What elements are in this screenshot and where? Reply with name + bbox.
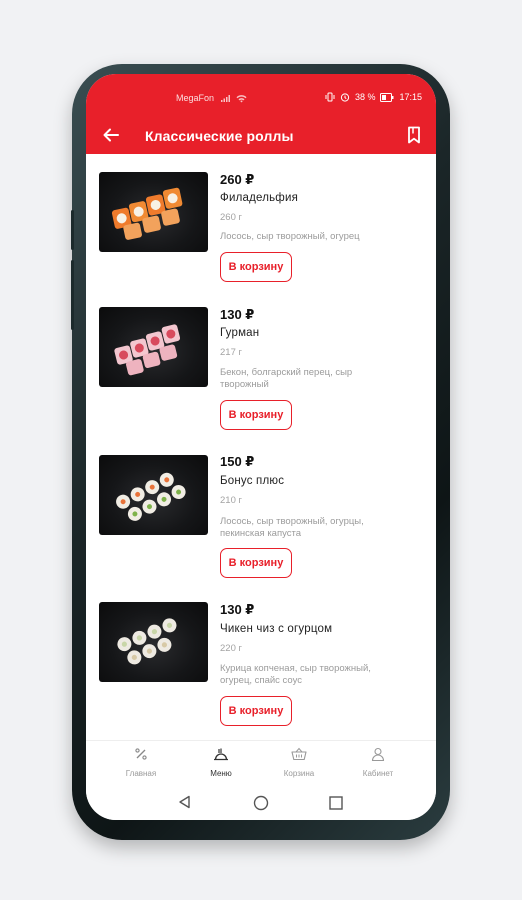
bottom-navigation: Главная Меню Корзина Кабинет [86,740,436,785]
product-image[interactable] [99,455,208,535]
vibrate-icon [325,92,335,102]
sushi-roll-image [111,187,183,240]
product-card: 150 ₽ Бонус плюс 210 г Лосось, сыр творо… [86,444,436,592]
add-to-cart-button[interactable]: В корзину [220,252,292,282]
screen: MegaFon 38 % 17:15 Классические роллы 26… [86,74,436,820]
nav-label: Главная [125,769,157,778]
product-price: 130 ₽ [220,307,255,322]
system-recents-icon[interactable] [329,796,343,810]
product-price: 130 ₽ [220,602,255,617]
sushi-roll-image [116,472,186,521]
nav-item-home[interactable]: Главная [111,747,171,778]
battery-percent: 38 % [354,92,376,102]
volume-button [71,210,74,250]
product-image[interactable] [99,602,208,682]
add-to-cart-button[interactable]: В корзину [220,400,292,430]
product-list[interactable]: 260 ₽ Филадельфия 260 г Лосось, сыр твор… [86,154,436,740]
carrier-info: MegaFon [176,93,247,103]
back-arrow-icon[interactable] [100,125,122,145]
percent-icon [135,748,147,760]
status-bar: MegaFon 38 % 17:15 [86,74,436,116]
product-image[interactable] [99,172,208,252]
volume-button [71,260,74,330]
product-card: 260 ₽ Филадельфия 260 г Лосось, сыр твор… [86,154,436,294]
product-image[interactable] [99,307,208,387]
nav-item-menu[interactable]: Меню [191,747,251,778]
signal-icon [221,94,231,102]
battery-icon [380,92,394,102]
system-navigation-bar [86,784,436,820]
nav-label: Корзина [283,769,315,778]
add-to-cart-button[interactable]: В корзину [220,696,292,726]
product-description: Курица копченая, сыр творожный, огурец, … [220,663,371,686]
nav-label: Кабинет [362,769,394,778]
product-name: Филадельфия [220,192,299,204]
user-icon [371,747,385,762]
nav-item-account[interactable]: Кабинет [348,747,408,778]
product-description: Лосось, сыр творожный, огурцы, пекинская… [220,516,364,539]
product-name: Чикен чиз с огурцом [220,623,333,635]
wifi-icon [236,94,247,102]
system-home-icon[interactable] [253,795,269,811]
app-bar: Классические роллы [86,116,436,154]
product-weight: 260 г [220,212,242,223]
product-description: Бекон, болгарский перец, сыр творожный [220,367,353,390]
sushi-roll-image [114,324,181,376]
page-title: Классические роллы [145,128,294,144]
product-name: Гурман [220,327,260,339]
sushi-roll-image [117,618,177,665]
nav-label: Меню [210,769,232,778]
product-price: 150 ₽ [220,454,255,469]
add-to-cart-button[interactable]: В корзину [220,548,292,578]
product-name: Бонус плюс [220,475,285,487]
product-description: Лосось, сыр творожный, огурец [220,231,360,242]
basket-icon [291,747,307,761]
nav-item-cart[interactable]: Корзина [269,747,329,778]
bookmark-icon[interactable] [404,125,424,145]
product-card: 130 ₽ Гурман 217 г Бекон, болгарский пер… [86,294,436,444]
product-card: 130 ₽ Чикен чиз с огурцом 220 г Курица к… [86,592,436,740]
product-weight: 220 г [220,643,242,654]
system-back-icon[interactable] [178,795,192,809]
menu-food-icon [214,748,228,761]
product-price: 260 ₽ [220,172,255,187]
carrier-name: MegaFon [176,93,215,103]
status-right: 38 % 17:15 [325,92,422,102]
product-weight: 210 г [220,495,242,506]
product-weight: 217 г [220,347,242,358]
alarm-icon [340,93,350,102]
clock: 17:15 [399,92,422,102]
